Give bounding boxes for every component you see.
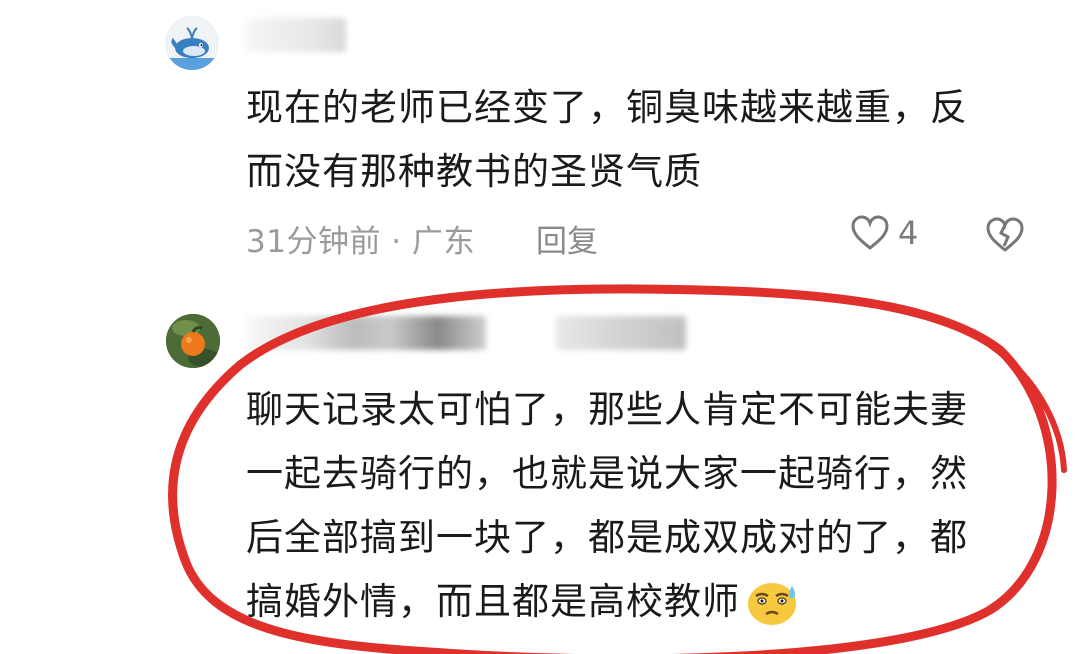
heart-icon	[851, 215, 889, 250]
username-blurred[interactable]	[246, 316, 486, 350]
avatar[interactable]	[166, 314, 220, 368]
comment-text-segment: 搞婚外情，而且都是高校教师	[246, 580, 740, 623]
avatar[interactable]	[165, 16, 219, 70]
broken-heart-icon[interactable]	[984, 216, 1026, 254]
orange-fruit-icon	[166, 314, 220, 368]
whale-icon	[165, 16, 219, 70]
like-button[interactable]: 4	[850, 214, 918, 252]
comment-text-line: 现在的老师已经变了，铜臭味越来越重，反	[246, 86, 968, 129]
comment-text-line: 聊天记录太可怕了，那些人肯定不可能夫妻	[246, 388, 968, 431]
like-count: 4	[898, 214, 919, 252]
comment-text-line-last: 搞婚外情，而且都是高校教师	[246, 570, 1046, 634]
sweat-smile-emoji-icon	[748, 583, 796, 625]
comment-text-line: 而没有那种教书的圣贤气质	[246, 150, 702, 193]
username-tag-blurred[interactable]	[556, 316, 686, 350]
comment-meta: 31分钟前 · 广东	[246, 224, 476, 260]
username-blurred[interactable]	[246, 18, 346, 52]
reply-button[interactable]: 回复	[536, 216, 598, 261]
comment-text: 现在的老师已经变了，铜臭味越来越重，反 而没有那种教书的圣贤气质	[246, 76, 1046, 204]
comment-text-line: 后全部搞到一块了，都是成双成对的了，都	[246, 516, 968, 559]
comment-text-line: 一起去骑行的，也就是说大家一起骑行，然	[246, 452, 968, 495]
comment-text: 聊天记录太可怕了，那些人肯定不可能夫妻 一起去骑行的，也就是说大家一起骑行，然 …	[246, 378, 1046, 634]
